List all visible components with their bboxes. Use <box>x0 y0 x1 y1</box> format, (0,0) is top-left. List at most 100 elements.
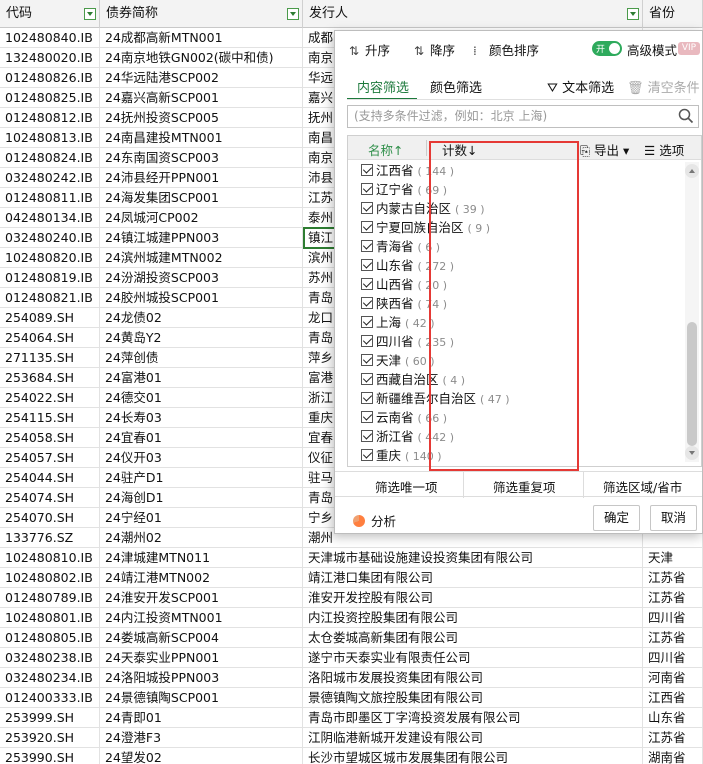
column-header-province[interactable]: 省份 <box>643 0 703 28</box>
table-cell[interactable]: 254115.SH <box>0 408 100 428</box>
list-scrollbar[interactable] <box>685 162 699 462</box>
column-header-code[interactable]: 代码 <box>0 0 100 28</box>
filter-item[interactable]: 江西省( 144 ) <box>348 161 668 180</box>
table-cell[interactable]: 24天泰实业PPN001 <box>100 648 303 668</box>
table-cell[interactable]: 24娄城高新SCP004 <box>100 628 303 648</box>
table-cell[interactable]: 253684.SH <box>0 368 100 388</box>
checkbox-checked-icon[interactable] <box>361 297 373 309</box>
table-cell[interactable]: 012400333.IB <box>0 688 100 708</box>
sort-by-name-button[interactable]: 名称↑ <box>368 140 403 159</box>
table-cell[interactable]: 24南京地铁GN002(碳中和债) <box>100 48 303 68</box>
table-cell[interactable]: 长沙市望城区城市发展集团有限公司 <box>303 748 643 764</box>
table-cell[interactable]: 032480240.IB <box>0 228 100 248</box>
filter-item[interactable]: 西藏自治区( 4 ) <box>348 370 668 389</box>
filter-item[interactable]: 四川省( 235 ) <box>348 332 668 351</box>
filter-item[interactable]: 天津( 60 ) <box>348 351 668 370</box>
filter-duplicate-button[interactable]: 筛选重复项 <box>493 477 556 496</box>
filter-item[interactable]: 青海省( 6 ) <box>348 237 668 256</box>
filter-item[interactable]: 云南省( 66 ) <box>348 408 668 427</box>
table-cell[interactable]: 24望发02 <box>100 748 303 764</box>
checkbox-checked-icon[interactable] <box>361 164 373 176</box>
search-icon[interactable] <box>678 108 694 124</box>
analyze-button[interactable]: 分析 <box>353 511 396 530</box>
filter-unique-button[interactable]: 筛选唯一项 <box>375 477 438 496</box>
table-cell[interactable]: 254089.SH <box>0 308 100 328</box>
checkbox-checked-icon[interactable] <box>361 221 373 233</box>
table-cell[interactable]: 271135.SH <box>0 348 100 368</box>
checkbox-checked-icon[interactable] <box>361 392 373 404</box>
table-cell[interactable]: 24凤城河CP002 <box>100 208 303 228</box>
checkbox-checked-icon[interactable] <box>361 202 373 214</box>
sort-descending-button[interactable]: ⇅ 降序 <box>414 40 455 59</box>
table-cell[interactable]: 24胶州城投SCP001 <box>100 288 303 308</box>
table-cell[interactable]: 012480825.IB <box>0 88 100 108</box>
checkbox-checked-icon[interactable] <box>361 411 373 423</box>
table-cell[interactable]: 24抚州投资SCP005 <box>100 108 303 128</box>
table-cell[interactable]: 102480802.IB <box>0 568 100 588</box>
table-cell[interactable]: 24德交01 <box>100 388 303 408</box>
table-cell[interactable]: 湖南省 <box>643 748 703 764</box>
table-cell[interactable]: 24滨州城建MTN002 <box>100 248 303 268</box>
table-cell[interactable]: 012480805.IB <box>0 628 100 648</box>
table-cell[interactable]: 254057.SH <box>0 448 100 468</box>
table-cell[interactable]: 四川省 <box>643 648 703 668</box>
table-row[interactable]: 253990.SH 24望发02 长沙市望城区城市发展集团有限公司 湖南省 <box>0 748 703 764</box>
table-cell[interactable]: 天津城市基础设施建设投资集团有限公司 <box>303 548 643 568</box>
table-cell[interactable]: 遂宁市天泰实业有限责任公司 <box>303 648 643 668</box>
table-cell[interactable]: 133776.SZ <box>0 528 100 548</box>
table-cell[interactable]: 253920.SH <box>0 728 100 748</box>
sort-by-count-button[interactable]: 计数↓ <box>442 140 477 159</box>
table-cell[interactable]: 山东省 <box>643 708 703 728</box>
table-cell[interactable]: 24沛县经开PPN001 <box>100 168 303 188</box>
table-cell[interactable]: 254074.SH <box>0 488 100 508</box>
table-cell[interactable]: 254070.SH <box>0 508 100 528</box>
table-cell[interactable]: 24潮州02 <box>100 528 303 548</box>
filter-item[interactable]: 浙江省( 442 ) <box>348 427 668 446</box>
table-cell[interactable]: 24宁经01 <box>100 508 303 528</box>
table-cell[interactable]: 102480820.IB <box>0 248 100 268</box>
table-cell[interactable]: 032480238.IB <box>0 648 100 668</box>
filter-item[interactable]: 辽宁省( 69 ) <box>348 180 668 199</box>
table-cell[interactable]: 102480813.IB <box>0 128 100 148</box>
table-cell[interactable]: 042480134.IB <box>0 208 100 228</box>
table-row[interactable]: 102480801.IB 24内江投资MTN001 内江投资控股集团有限公司 四川省 <box>0 608 703 628</box>
table-cell[interactable]: 012480812.IB <box>0 108 100 128</box>
table-cell[interactable]: 景德镇陶文旅控股集团有限公司 <box>303 688 643 708</box>
tab-color-filter[interactable]: 颜色筛选 <box>430 77 482 96</box>
table-cell[interactable]: 24澄港F3 <box>100 728 303 748</box>
table-cell[interactable]: 012480824.IB <box>0 148 100 168</box>
checkbox-checked-icon[interactable] <box>361 183 373 195</box>
table-cell[interactable]: 24黄岛Y2 <box>100 328 303 348</box>
table-cell[interactable]: 内江投资控股集团有限公司 <box>303 608 643 628</box>
table-cell[interactable]: 253999.SH <box>0 708 100 728</box>
scroll-down-icon[interactable] <box>685 446 699 460</box>
table-row[interactable]: 253999.SH 24青即01 青岛市即墨区丁字湾投资发展有限公司 山东省 <box>0 708 703 728</box>
filter-item[interactable]: 重庆( 140 ) <box>348 446 668 465</box>
filter-item[interactable]: 上海( 42 ) <box>348 313 668 332</box>
table-cell[interactable]: 254022.SH <box>0 388 100 408</box>
table-cell[interactable]: 靖江港口集团有限公司 <box>303 568 643 588</box>
checkbox-checked-icon[interactable] <box>361 278 373 290</box>
ok-button[interactable]: 确定 <box>593 505 641 531</box>
table-cell[interactable]: 青岛市即墨区丁字湾投资发展有限公司 <box>303 708 643 728</box>
table-cell[interactable]: 24萍创债 <box>100 348 303 368</box>
table-cell[interactable]: 24景德镇陶SCP001 <box>100 688 303 708</box>
table-cell[interactable]: 淮安开发控股有限公司 <box>303 588 643 608</box>
table-cell[interactable]: 24仪开03 <box>100 448 303 468</box>
table-cell[interactable]: 012480821.IB <box>0 288 100 308</box>
filter-item[interactable]: 山西省( 20 ) <box>348 275 668 294</box>
table-row[interactable]: 102480802.IB 24靖江港MTN002 靖江港口集团有限公司 江苏省 <box>0 568 703 588</box>
filter-item[interactable]: 陕西省( 74 ) <box>348 294 668 313</box>
checkbox-checked-icon[interactable] <box>361 259 373 271</box>
table-cell[interactable]: 24靖江港MTN002 <box>100 568 303 588</box>
table-cell[interactable]: 天津 <box>643 548 703 568</box>
table-cell[interactable]: 24成都高新MTN001 <box>100 28 303 48</box>
table-cell[interactable]: 江苏省 <box>643 568 703 588</box>
table-cell[interactable]: 012480819.IB <box>0 268 100 288</box>
table-cell[interactable]: 012480826.IB <box>0 68 100 88</box>
scrollbar-thumb[interactable] <box>687 322 697 446</box>
table-row[interactable]: 012400333.IB 24景德镇陶SCP001 景德镇陶文旅控股集团有限公司 江西… <box>0 688 703 708</box>
table-cell[interactable]: 032480234.IB <box>0 668 100 688</box>
column-header-bond-name[interactable]: 债券简称 <box>100 0 303 28</box>
column-header-issuer[interactable]: 发行人 <box>303 0 643 28</box>
